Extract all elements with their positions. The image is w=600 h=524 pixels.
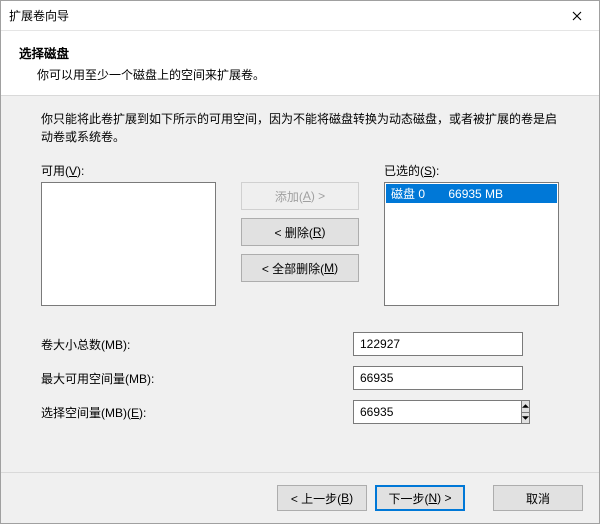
close-icon bbox=[572, 11, 582, 21]
chevron-down-icon bbox=[522, 416, 529, 420]
chevron-up-icon bbox=[522, 404, 529, 408]
list-item[interactable]: 磁盘 0 66935 MB bbox=[386, 184, 557, 203]
page-subheading: 你可以用至少一个磁盘上的空间来扩展卷。 bbox=[19, 66, 581, 83]
titlebar: 扩展卷向导 bbox=[1, 1, 599, 31]
remove-button[interactable]: < 删除(R) bbox=[241, 218, 359, 246]
select-size-input[interactable] bbox=[353, 400, 521, 424]
wizard-header: 选择磁盘 你可以用至少一个磁盘上的空间来扩展卷。 bbox=[1, 31, 599, 96]
next-button[interactable]: 下一步(N) > bbox=[375, 485, 465, 511]
selected-label: 已选的(S): bbox=[384, 162, 559, 179]
size-fields: 卷大小总数(MB): 122927 最大可用空间量(MB): 66935 选择空… bbox=[41, 332, 559, 424]
wizard-window: 扩展卷向导 选择磁盘 你可以用至少一个磁盘上的空间来扩展卷。 你只能将此卷扩展到… bbox=[0, 0, 600, 524]
select-size-row: 选择空间量(MB)(E): bbox=[41, 400, 559, 424]
max-size-label: 最大可用空间量(MB): bbox=[41, 370, 353, 387]
available-label: 可用(V): bbox=[41, 162, 216, 179]
spinner-buttons bbox=[521, 400, 530, 424]
select-size-label: 选择空间量(MB)(E): bbox=[41, 404, 353, 421]
selected-listbox[interactable]: 磁盘 0 66935 MB bbox=[384, 182, 559, 306]
close-button[interactable] bbox=[554, 1, 599, 31]
total-size-row: 卷大小总数(MB): 122927 bbox=[41, 332, 559, 356]
window-title: 扩展卷向导 bbox=[9, 7, 69, 24]
max-size-row: 最大可用空间量(MB): 66935 bbox=[41, 366, 559, 390]
total-size-label: 卷大小总数(MB): bbox=[41, 336, 353, 353]
available-column: 可用(V): bbox=[41, 162, 216, 306]
selected-column: 已选的(S): 磁盘 0 66935 MB bbox=[384, 162, 559, 306]
cancel-button[interactable]: 取消 bbox=[493, 485, 583, 511]
select-size-spinner bbox=[353, 400, 523, 424]
wizard-content: 你只能将此卷扩展到如下所示的可用空间，因为不能将磁盘转换为动态磁盘，或者被扩展的… bbox=[1, 96, 599, 472]
available-listbox[interactable] bbox=[41, 182, 216, 306]
add-button[interactable]: 添加(A) > bbox=[241, 182, 359, 210]
max-size-value: 66935 bbox=[353, 366, 523, 390]
back-button[interactable]: < 上一步(B) bbox=[277, 485, 367, 511]
disk-selection-row: 可用(V): 添加(A) > < 删除(R) < 全部删除(M) 已选的(S): bbox=[41, 162, 559, 306]
spin-down-button[interactable] bbox=[522, 413, 529, 424]
remove-all-button[interactable]: < 全部删除(M) bbox=[241, 254, 359, 282]
page-heading: 选择磁盘 bbox=[19, 43, 581, 62]
spin-up-button[interactable] bbox=[522, 401, 529, 413]
instruction-text: 你只能将此卷扩展到如下所示的可用空间，因为不能将磁盘转换为动态磁盘，或者被扩展的… bbox=[41, 110, 559, 146]
transfer-buttons: 添加(A) > < 删除(R) < 全部删除(M) bbox=[230, 182, 370, 282]
wizard-footer: < 上一步(B) 下一步(N) > 取消 bbox=[1, 472, 599, 523]
total-size-value: 122927 bbox=[353, 332, 523, 356]
